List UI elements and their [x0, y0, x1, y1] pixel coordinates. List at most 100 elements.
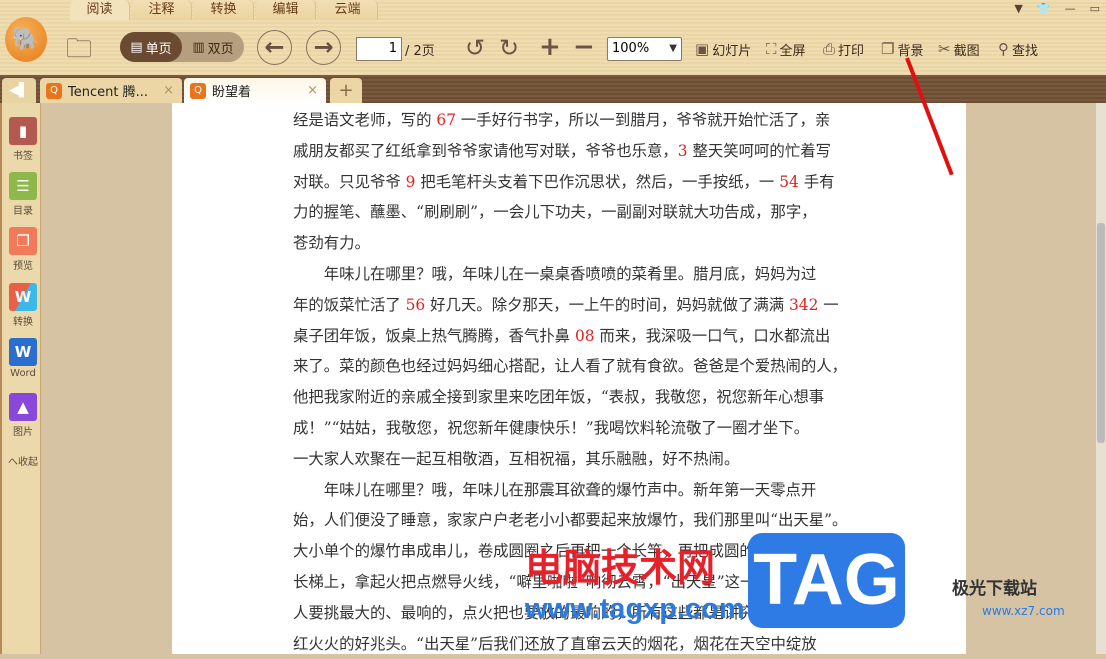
main-toolbar: 阅读 注释 转换 编辑 云端 🐘 🗀 ▤ 单页 ▥ 双页 ← → 1 / 2页 ↺ … [0, 0, 1106, 75]
next-page-button[interactable]: → [306, 30, 341, 65]
text-segment: 一手好行书字，所以一到腊月，爷爷就开始忙活了，亲 [456, 111, 831, 129]
dropdown-menu-icon[interactable]: ▼ [1014, 2, 1022, 15]
slideshow-button[interactable]: ▣ 幻灯片 [695, 36, 751, 62]
page-number-input[interactable]: 1 [356, 37, 402, 61]
watermark-tag-logo: TAG [748, 533, 905, 628]
number-highlight: 08 [574, 326, 595, 345]
zoom-out-icon[interactable]: − [573, 32, 595, 62]
watermark-site-url: www.tagxp.com [525, 593, 745, 625]
double-page-label: 双页 [207, 41, 234, 57]
tab-label: Tencent 腾... [68, 85, 148, 100]
tab-label: 盼望着 [212, 85, 252, 100]
watermark-brand-url: www.xz7.com [982, 604, 1065, 618]
sidebar-label: 图片 [13, 427, 33, 438]
watermark-brand: 极光下载站 [952, 579, 1037, 599]
text-segment: 年味儿在哪里？哦，年味儿在一桌桌香喷喷的菜肴里。腊月底，妈妈为过 [293, 264, 817, 283]
text-segment: 一大家人欢聚在一起互相敬酒，互相祝福，其乐融融，好不热闹。 [293, 449, 740, 468]
maximize-icon[interactable]: ▭ [1090, 2, 1100, 15]
skin-icon[interactable]: 👕 [1037, 2, 1051, 15]
scissors-icon: ✂ [938, 40, 951, 58]
pdf-to-word-icon: W [9, 283, 37, 311]
minimize-icon[interactable]: — [1065, 2, 1076, 15]
sidebar-item-preview[interactable]: ❐ 预览 [6, 227, 40, 272]
find-button[interactable]: ⚲ 查找 [998, 36, 1038, 62]
scrollbar-thumb[interactable] [1097, 223, 1105, 443]
text-line: 年的饭菜忙活了 56 好几天。除夕那天，一上午的时间，妈妈就做了满满 342 一 [293, 290, 848, 321]
screenshot-button[interactable]: ✂ 截图 [938, 36, 980, 62]
text-segment: 年的饭菜忙活了 [293, 295, 406, 314]
text-line: 戚朋友都买了红纸拿到爷爷家请他写对联，爷爷也乐意，3 整天笑呵呵的忙着写 [293, 136, 848, 167]
sidebar-label: 书签 [13, 151, 33, 162]
page-mode-toggle: ▤ 单页 ▥ 双页 [120, 32, 244, 62]
rotate-right-icon[interactable]: ↻ [499, 34, 519, 62]
print-label: 打印 [838, 43, 865, 59]
sidebar: ▮ 书签 ☰ 目录 ❐ 预览 W 转换 W Word ▲ 图片 へ收起 [0, 103, 41, 654]
toggle-sidebar-button[interactable]: ◀▌ [2, 78, 36, 103]
sidebar-item-word[interactable]: W Word [6, 338, 40, 379]
number-highlight: 54 [779, 172, 799, 191]
collapse-sidebar-button[interactable]: へ收起 [6, 453, 40, 468]
print-button[interactable]: ⎙ 打印 [823, 36, 864, 62]
vertical-scrollbar[interactable] [1096, 103, 1106, 654]
menu-tab-annotate[interactable]: 注释 [132, 0, 192, 20]
text-line: 始，人们便没了睡意，家家户户老老小小都要起来放爆竹，我们那里叫“出天星”。 [293, 505, 848, 536]
open-folder-icon[interactable]: 🗀 [66, 30, 92, 74]
sidebar-label: Word [10, 368, 36, 379]
slideshow-label: 幻灯片 [712, 43, 752, 59]
text-segment: 红火火的好兆头。“出天星”后我们还放了直窜云天的烟花，烟花在天空中绽放 [293, 634, 817, 653]
fullscreen-label: 全屏 [779, 43, 806, 59]
toc-icon: ☰ [9, 172, 37, 200]
sidebar-label: 转换 [13, 317, 33, 328]
document-tab-bar: ◀▌ Q Tencent 腾... × Q 盼望着 × + [0, 75, 1106, 103]
sidebar-item-bookmarks[interactable]: ▮ 书签 [6, 117, 40, 162]
fullscreen-icon: ⛶ [766, 40, 777, 58]
slideshow-icon: ▣ [695, 40, 710, 58]
rotate-left-icon[interactable]: ↺ [465, 34, 485, 62]
text-segment: 始，人们便没了睡意，家家户户老老小小都要起来放爆竹，我们那里叫“出天星”。 [293, 511, 848, 530]
zoom-in-icon[interactable]: + [539, 32, 561, 62]
text-line: 来了。菜的颜色也经过妈妈细心搭配，让人看了就有食欲。爸爸是个爱热闹的人， [293, 351, 848, 382]
text-segment: 把毛笔杆头支着下巴作沉思状，然后，一手按纸，一 [415, 172, 780, 191]
window-controls: ▼ 👕 — ▭ [1014, 2, 1100, 15]
sidebar-item-image[interactable]: ▲ 图片 [6, 393, 40, 438]
number-highlight: 67 [436, 111, 457, 129]
pdf-file-icon: Q [46, 82, 62, 99]
print-icon: ⎙ [823, 40, 836, 58]
menu-tab-convert[interactable]: 转换 [194, 0, 254, 20]
word-icon: W [9, 338, 37, 366]
menu-tab-cloud[interactable]: 云端 [318, 0, 378, 20]
sidebar-item-convert[interactable]: W 转换 [6, 283, 40, 328]
sidebar-item-toc[interactable]: ☰ 目录 [6, 172, 40, 217]
text-segment: 经是语文老师，写的 [293, 111, 437, 129]
single-page-button[interactable]: ▤ 单页 [120, 32, 182, 62]
app-logo[interactable]: 🐘 [5, 17, 47, 62]
double-page-button[interactable]: ▥ 双页 [182, 32, 244, 62]
text-segment: 好几天。除夕那天，一上午的时间，妈妈就做了满满 [425, 295, 790, 314]
fullscreen-button[interactable]: ⛶ 全屏 [766, 36, 806, 62]
text-segment: 对联。只见爷爷 [293, 172, 406, 191]
menu-tab-edit[interactable]: 编辑 [256, 0, 316, 20]
chevron-down-icon: ▼ [669, 43, 677, 54]
text-segment: 苍劲有力。 [293, 234, 370, 253]
preview-icon: ❐ [9, 227, 37, 255]
text-segment: 他把我家附近的亲戚全接到家里来吃团年饭，“表叔，我敬您，祝您新年心想事 [293, 388, 825, 407]
text-line: 经是语文老师，写的 67 一手好行书字，所以一到腊月，爷爷就开始忙活了，亲 [293, 105, 848, 136]
zoom-select[interactable]: 100% ▼ [607, 37, 682, 61]
tab-current-doc[interactable]: Q 盼望着 × [184, 78, 326, 103]
bookmark-icon: ▮ [9, 117, 37, 145]
watermark-site-name: 电脑技术网 [525, 546, 716, 590]
new-tab-button[interactable]: + [330, 78, 362, 103]
text-line: 对联。只见爷爷 9 把毛笔杆头支着下巴作沉思状，然后，一手按纸，一 54 手有 [293, 167, 848, 198]
tab-tencent[interactable]: Q Tencent 腾... × [40, 78, 182, 103]
search-icon: ⚲ [998, 40, 1009, 58]
prev-page-button[interactable]: ← [257, 30, 292, 65]
close-icon[interactable]: × [307, 83, 318, 98]
close-icon[interactable]: × [163, 83, 174, 98]
number-highlight: 3 [677, 141, 688, 160]
sidebar-label: 预览 [13, 261, 33, 272]
menu-tab-read[interactable]: 阅读 [70, 0, 130, 20]
background-button[interactable]: ❐ 背景 [881, 36, 923, 62]
text-segment: 年味儿在哪里？哦，年味儿在那震耳欲聋的爆竹声中。新年第一天零点开 [293, 480, 817, 499]
text-line: 年味儿在哪里？哦，年味儿在一桌桌香喷喷的菜肴里。腊月底，妈妈为过 [293, 259, 848, 290]
text-segment: 而来，我深吸一口气，口水都流出 [594, 326, 831, 345]
